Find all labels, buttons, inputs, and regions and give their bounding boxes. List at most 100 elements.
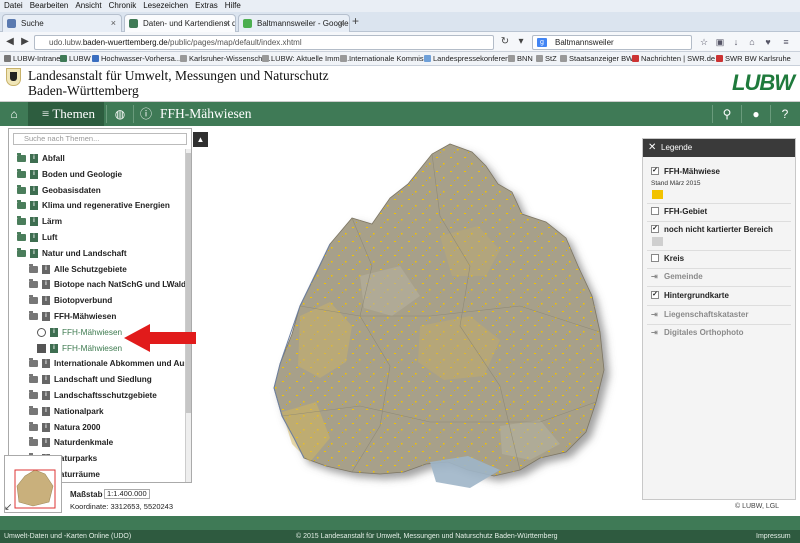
help-icon[interactable]: ? xyxy=(772,102,798,126)
info-icon[interactable]: i xyxy=(50,327,58,337)
resize-arrow-icon[interactable]: ↙ xyxy=(4,502,12,513)
info-icon[interactable]: i xyxy=(42,359,50,369)
menu-bookmarks[interactable]: Lesezeichen xyxy=(143,1,188,10)
info-icon[interactable]: i xyxy=(30,248,38,258)
expand-icon[interactable]: ⇥ xyxy=(651,310,658,319)
menu-view[interactable]: Ansicht xyxy=(75,1,101,10)
menu-file[interactable]: Datei xyxy=(4,1,23,10)
expand-icon[interactable]: ⇥ xyxy=(651,272,658,281)
bookmark-item[interactable]: StZ xyxy=(536,52,557,65)
menu-edit[interactable]: Bearbeiten xyxy=(30,1,69,10)
close-icon[interactable]: × xyxy=(111,15,116,32)
collapse-panel-button[interactable]: ▲ xyxy=(193,132,208,147)
legend-row-ffh-gebiet[interactable]: FFH-Gebiet xyxy=(651,207,707,216)
folder-icon[interactable] xyxy=(29,421,38,431)
folder-icon[interactable] xyxy=(17,200,26,210)
folder-icon[interactable] xyxy=(29,358,38,368)
folder-icon[interactable] xyxy=(29,311,38,320)
info-icon[interactable]: i xyxy=(30,233,38,242)
info-icon[interactable]: i xyxy=(30,217,38,227)
info-icon[interactable]: i xyxy=(30,201,38,211)
info-icon[interactable]: ⓘ xyxy=(136,102,156,126)
search-input[interactable]: g Baltmannsweiler xyxy=(532,35,692,50)
bookmark-item[interactable]: SWR BW Karlsruhe xyxy=(716,52,791,65)
url-bar[interactable]: udo.lubw.baden-wuerttemberg.de/public/pa… xyxy=(34,35,494,50)
folder-icon[interactable] xyxy=(17,216,26,226)
checkbox[interactable]: ✓ xyxy=(651,167,659,175)
close-icon[interactable]: × xyxy=(339,15,344,32)
info-icon[interactable]: i xyxy=(42,438,50,448)
scrollbar-thumb[interactable] xyxy=(186,153,191,413)
bookmark-item[interactable]: LUBW-Intranet xyxy=(4,52,62,65)
back-icon[interactable]: ◀ xyxy=(3,35,17,49)
menu-tools[interactable]: Extras xyxy=(195,1,218,10)
folder-icon[interactable] xyxy=(17,247,26,257)
bookmark-item[interactable]: Internationale Kommis... xyxy=(340,52,430,65)
tab-suche[interactable]: Suche × xyxy=(2,14,122,32)
bookmark-item[interactable]: LUBW xyxy=(60,52,91,65)
bookmark-item[interactable]: Staatsanzeiger BW xyxy=(560,52,633,65)
folder-icon[interactable] xyxy=(17,184,26,194)
forward-icon[interactable]: ▶ xyxy=(18,35,32,49)
expand-icon[interactable]: ⇥ xyxy=(651,328,658,337)
legend-row-gemeinde[interactable]: ⇥ Gemeinde xyxy=(651,272,703,281)
checkbox[interactable] xyxy=(651,254,659,262)
legend-row-kreis[interactable]: Kreis xyxy=(651,254,684,263)
link-icon[interactable]: ⚲ xyxy=(714,102,740,126)
folder-icon[interactable] xyxy=(17,153,26,162)
lubw-logo[interactable]: LUBW xyxy=(732,70,795,96)
tab-udo[interactable]: Daten- und Kartendienst d... × xyxy=(124,14,236,32)
info-icon[interactable]: i xyxy=(42,296,50,306)
close-icon[interactable]: × xyxy=(225,15,230,32)
folder-icon[interactable] xyxy=(29,437,38,447)
checkbox[interactable]: ✓ xyxy=(651,225,659,233)
folder-icon[interactable] xyxy=(29,374,38,384)
save-icon[interactable] xyxy=(37,343,46,353)
folder-icon[interactable] xyxy=(29,263,38,273)
clipboard-icon[interactable]: ▣ xyxy=(714,36,726,48)
bookmark-item[interactable]: BNN xyxy=(508,52,533,65)
theme-search-input[interactable]: Suche nach Themen... xyxy=(13,133,187,145)
menu-history[interactable]: Chronik xyxy=(109,1,137,10)
bookmark-item[interactable]: Nachrichten | SWR.de xyxy=(632,52,715,65)
tab-google-maps[interactable]: Baltmannsweiler - Google ... × xyxy=(238,14,350,32)
menu-help[interactable]: Hilfe xyxy=(225,1,241,10)
folder-icon[interactable] xyxy=(29,405,38,415)
info-icon[interactable]: i xyxy=(42,391,50,400)
user-icon[interactable]: ● xyxy=(743,102,769,126)
overview-map[interactable] xyxy=(4,455,62,513)
info-icon[interactable]: i xyxy=(30,185,38,195)
star-icon[interactable]: ☆ xyxy=(698,36,710,48)
impressum-link[interactable]: Impressum xyxy=(756,530,791,543)
info-icon[interactable]: i xyxy=(42,312,50,321)
legend-row-hintergrundkarte[interactable]: ✓ Hintergrundkarte xyxy=(651,291,729,300)
legend-row-orthophoto[interactable]: ⇥ Digitales Orthophoto xyxy=(651,328,744,337)
bookmark-item[interactable]: Landespressekonferen... xyxy=(424,52,516,65)
bookmark-item[interactable]: Hochwasser-Vorhersa... xyxy=(92,52,181,65)
reload-icon[interactable]: ↻ xyxy=(498,35,512,49)
info-icon[interactable]: i xyxy=(50,343,58,353)
close-icon[interactable]: ✕ xyxy=(648,139,656,157)
globe-icon[interactable] xyxy=(37,327,46,337)
info-icon[interactable]: i xyxy=(42,375,50,385)
globe-icon[interactable]: ◍ xyxy=(108,102,132,126)
info-icon[interactable]: i xyxy=(42,406,50,416)
checkbox[interactable] xyxy=(651,207,659,215)
folder-icon[interactable] xyxy=(29,279,38,289)
info-icon[interactable]: i xyxy=(42,264,50,274)
folder-icon[interactable] xyxy=(29,390,38,399)
home-icon[interactable]: ⌂ xyxy=(746,36,758,48)
bookmark-item[interactable]: LUBW: Aktuelle Immis... xyxy=(262,52,351,65)
folder-icon[interactable] xyxy=(29,295,38,305)
new-tab-button[interactable]: + xyxy=(352,14,359,28)
legend-row-liegenschaftskataster[interactable]: ⇥ Liegenschaftskataster xyxy=(651,310,748,319)
themen-button[interactable]: ≡ Themen xyxy=(28,102,104,126)
folder-icon[interactable] xyxy=(17,168,26,178)
pocket-icon[interactable]: ♥ xyxy=(762,36,774,48)
download-icon[interactable]: ↓ xyxy=(730,36,742,48)
info-icon[interactable]: i xyxy=(42,280,50,290)
info-icon[interactable]: i xyxy=(42,422,50,432)
folder-icon[interactable] xyxy=(17,232,26,241)
scale-input[interactable]: 1:1.400.000 xyxy=(104,489,150,499)
info-icon[interactable]: i xyxy=(30,154,38,163)
